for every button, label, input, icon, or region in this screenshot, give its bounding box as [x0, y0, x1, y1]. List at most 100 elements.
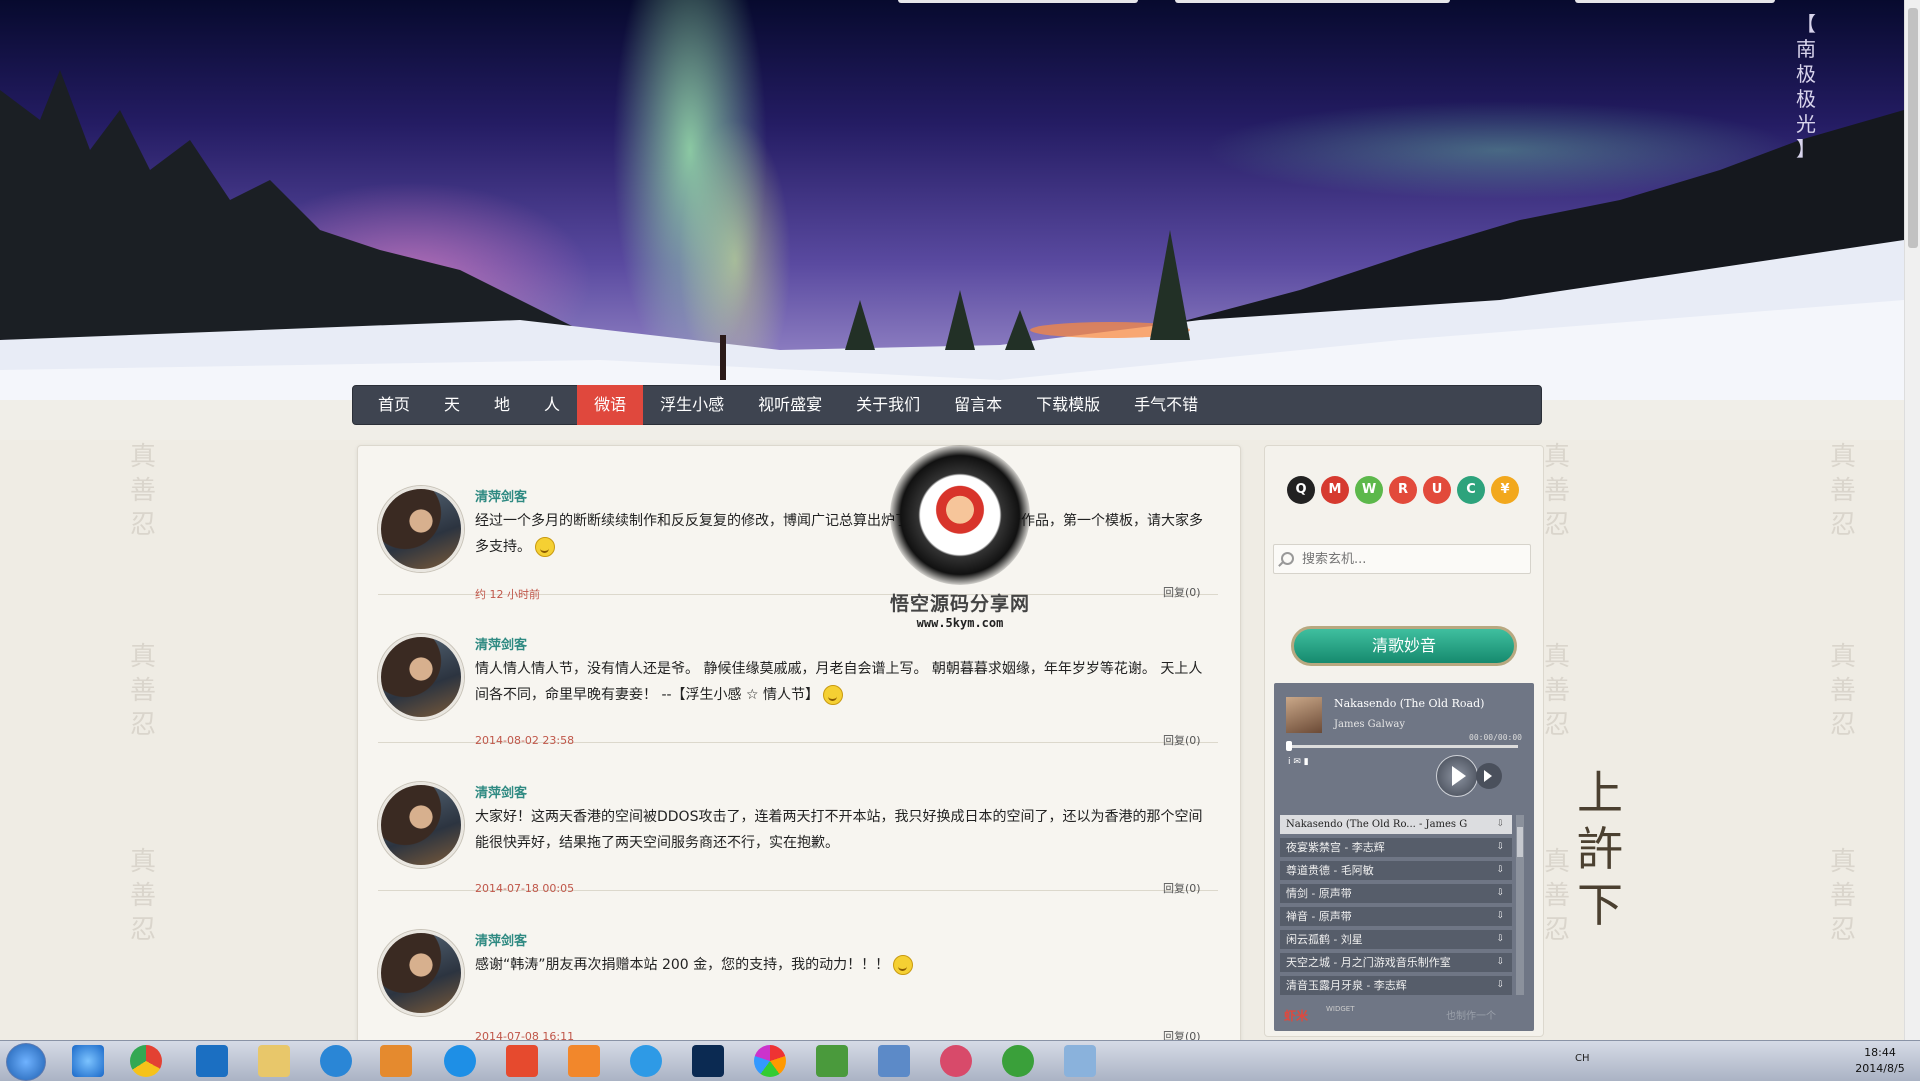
page-scrollbar[interactable]: [1904, 0, 1920, 1040]
title-char: 光: [1796, 112, 1816, 136]
post-author[interactable]: 清萍剑客: [475, 486, 527, 505]
media-player-icon[interactable]: [380, 1045, 412, 1077]
deco-char: 真: [1829, 442, 1856, 472]
search-icon: [1281, 552, 1294, 565]
rss-icon[interactable]: R: [1389, 476, 1417, 504]
nav-about[interactable]: 关于我们: [839, 385, 937, 425]
download-icon[interactable]: ⇩: [1496, 815, 1504, 834]
title-char: 【: [1796, 12, 1816, 36]
post-author[interactable]: 清萍剑客: [475, 634, 527, 653]
playlist-item-label: 闲云孤鹤 - 刘星: [1286, 933, 1363, 946]
chrome-icon[interactable]: [130, 1045, 162, 1077]
nav-home[interactable]: 首页: [361, 385, 427, 425]
sidebar: Q M W R U C ¥ 清歌妙音 Nakasendo (The Old Ro…: [1264, 445, 1544, 1037]
scrollbar-thumb[interactable]: [1908, 8, 1918, 248]
post-content: 感谢“韩涛”朋友再次捐赠本站 200 金，您的支持，我的动力！！！: [475, 952, 1205, 978]
author-avatar[interactable]: [378, 634, 464, 720]
download-icon[interactable]: ⇩: [1496, 861, 1504, 880]
side-deco-left-1: 真 善 忍: [128, 440, 158, 542]
chat-icon[interactable]: C: [1457, 476, 1485, 504]
download-icon[interactable]: ⇩: [1496, 907, 1504, 926]
computer-icon[interactable]: [878, 1045, 910, 1077]
author-avatar[interactable]: [378, 486, 464, 572]
calligraphy-char: 下: [1577, 878, 1623, 932]
side-deco-right-2: 真 善 忍: [1542, 640, 1572, 742]
deco-char: 善: [1829, 881, 1856, 911]
nav-weiyu[interactable]: 微语: [577, 385, 644, 425]
playlist-scrollbar[interactable]: [1516, 815, 1524, 995]
network-app-icon[interactable]: [320, 1045, 352, 1077]
nav-fusheng[interactable]: 浮生小感: [643, 385, 741, 425]
deco-char: 善: [1543, 676, 1570, 706]
smile-emoji-icon: [535, 537, 555, 557]
playlist-item[interactable]: 情剑 - 原声带 ⇩: [1280, 884, 1512, 903]
deco-char: 忍: [1829, 710, 1856, 740]
download-icon[interactable]: ⇩: [1496, 884, 1504, 903]
post-author[interactable]: 清萍剑客: [475, 782, 527, 801]
player-small-controls[interactable]: i ✉ ▮: [1288, 757, 1309, 767]
user-icon[interactable]: U: [1423, 476, 1451, 504]
video-player-icon[interactable]: [444, 1045, 476, 1077]
ftp-icon[interactable]: [816, 1045, 848, 1077]
xiami-brand[interactable]: 虾米: [1284, 1007, 1308, 1024]
nav-ren[interactable]: 人: [527, 385, 577, 425]
wechat-icon[interactable]: W: [1355, 476, 1383, 504]
post-author[interactable]: 清萍剑客: [475, 930, 527, 949]
side-deco-right-1: 真 善 忍: [1542, 440, 1572, 542]
playlist-item-label: 清音玉露月牙泉 - 李志辉: [1286, 979, 1407, 992]
author-avatar[interactable]: [378, 930, 464, 1016]
track-title: Nakasendo (The Old Road): [1334, 697, 1485, 710]
tool-app-icon[interactable]: [940, 1045, 972, 1077]
tray-lang[interactable]: CH: [1575, 1053, 1590, 1064]
folder-icon[interactable]: [258, 1045, 290, 1077]
download-icon[interactable]: ⇩: [1496, 976, 1504, 995]
star-app-icon[interactable]: [506, 1045, 538, 1077]
system-clock[interactable]: 18:44 2014/8/5: [1845, 1045, 1915, 1077]
deco-char: 真: [129, 847, 156, 877]
photoshop-icon[interactable]: [692, 1045, 724, 1077]
make-widget-link[interactable]: 也制作一个: [1446, 1007, 1496, 1022]
deco-char: 真: [1543, 642, 1570, 672]
ie-icon[interactable]: [72, 1045, 104, 1077]
qq-icon[interactable]: Q: [1287, 476, 1315, 504]
nav-tian[interactable]: 天: [427, 385, 477, 425]
nav-di[interactable]: 地: [477, 385, 527, 425]
wechat-app-icon[interactable]: [1002, 1045, 1034, 1077]
playlist-item[interactable]: 尊道贵德 - 毛阿敏 ⇩: [1280, 861, 1512, 880]
nav-lucky[interactable]: 手气不错: [1117, 385, 1215, 425]
download-icon[interactable]: ⇩: [1496, 930, 1504, 949]
donate-icon[interactable]: ¥: [1491, 476, 1519, 504]
post-item: 清萍剑客 感谢“韩涛”朋友再次捐赠本站 200 金，您的支持，我的动力！！！ 2…: [378, 890, 1218, 1043]
playlist-item[interactable]: 天空之城 - 月之门游戏音乐制作室 ⇩: [1280, 953, 1512, 972]
progress-bar[interactable]: [1286, 745, 1518, 748]
play-button[interactable]: [1436, 755, 1478, 797]
nav-shiting[interactable]: 视听盛宴: [741, 385, 839, 425]
deco-char: 真: [1543, 847, 1570, 877]
start-button[interactable]: [6, 1043, 46, 1081]
post-text: 感谢“韩涛”朋友再次捐赠本站 200 金，您的支持，我的动力！！！: [475, 957, 890, 973]
watermark: 悟空源码分享网 www.5kym.com: [880, 445, 1040, 630]
download-icon[interactable]: ⇩: [1496, 953, 1504, 972]
progress-knob[interactable]: [1286, 741, 1292, 751]
download-icon[interactable]: ⇩: [1496, 838, 1504, 857]
color-app-icon[interactable]: [754, 1045, 786, 1077]
deco-char: 善: [1543, 881, 1570, 911]
author-avatar[interactable]: [378, 782, 464, 868]
gmail-icon[interactable]: M: [1321, 476, 1349, 504]
side-deco-far-right-2: 真 善 忍: [1828, 640, 1858, 742]
next-button[interactable]: [1476, 763, 1502, 789]
playlist-item[interactable]: 清音玉露月牙泉 - 李志辉 ⇩: [1280, 976, 1512, 995]
xiami-app-icon[interactable]: [568, 1045, 600, 1077]
side-deco-left-2: 真 善 忍: [128, 640, 158, 742]
app-m-icon[interactable]: [196, 1045, 228, 1077]
notepad-icon[interactable]: [1064, 1045, 1096, 1077]
playlist-item[interactable]: Nakasendo (The Old Ro... - James G ⇩: [1280, 815, 1512, 834]
playlist-item[interactable]: 夜宴紫禁宫 - 李志辉 ⇩: [1280, 838, 1512, 857]
map-app-icon[interactable]: [630, 1045, 662, 1077]
playlist-item[interactable]: 闲云孤鹤 - 刘星 ⇩: [1280, 930, 1512, 949]
nav-download[interactable]: 下载模版: [1019, 385, 1117, 425]
search-input[interactable]: [1273, 544, 1531, 574]
post-list: 清萍剑客 经过一个多月的断断续续制作和反反复复的修改，博闻广记总算出炉了，这是自…: [357, 445, 1241, 1047]
playlist-item[interactable]: 禅音 - 原声带 ⇩: [1280, 907, 1512, 926]
nav-guestbook[interactable]: 留言本: [937, 385, 1019, 425]
